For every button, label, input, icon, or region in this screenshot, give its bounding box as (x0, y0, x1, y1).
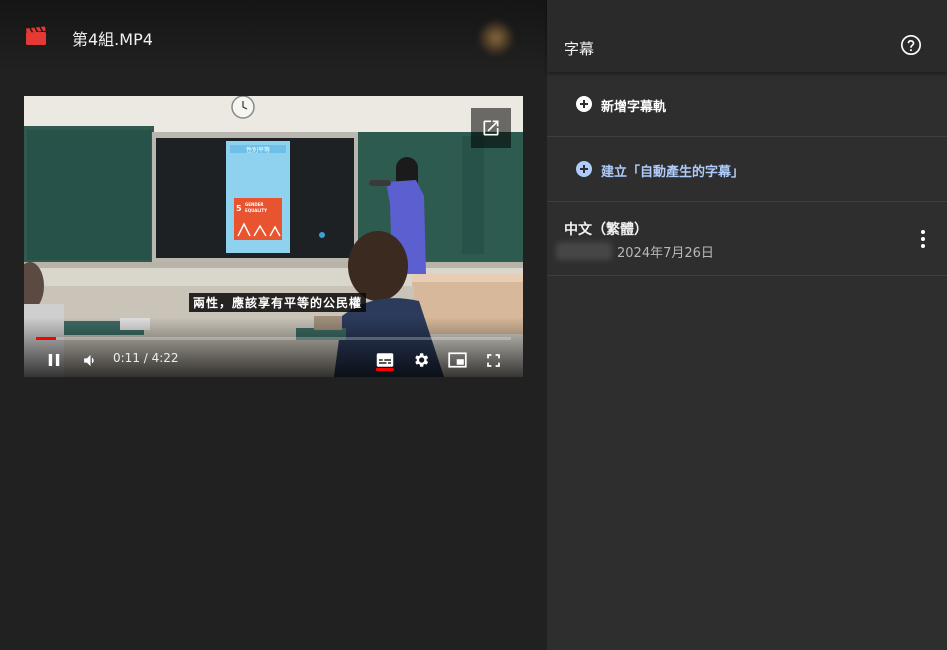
video-topbar: 第4組.MP4 (0, 0, 547, 72)
settings-button[interactable] (409, 348, 433, 372)
gear-icon (415, 353, 429, 367)
volume-icon (83, 354, 94, 366)
subtitles-icon (376, 353, 394, 367)
open-in-new-button[interactable] (471, 108, 511, 148)
add-subtitle-track-button[interactable]: 新增字幕軌 (547, 72, 947, 137)
redacted-info (556, 242, 612, 260)
file-title: 第4組.MP4 (72, 30, 153, 49)
slide-title: 性別平等 (246, 146, 270, 154)
subtitle-caption: 兩性，應該享有平等的公民權 (189, 293, 367, 312)
more-vert-icon[interactable] (915, 228, 931, 250)
fullscreen-button[interactable] (481, 348, 505, 372)
track-date: 2024年7月26日 (617, 246, 714, 261)
create-auto-captions-label: 建立「自動產生的字幕」 (601, 165, 745, 180)
pause-icon (48, 354, 60, 366)
slide-number: 5 (236, 204, 242, 213)
panel-header: 字幕 (547, 0, 947, 72)
miniplayer-icon (447, 352, 467, 368)
fullscreen-icon (486, 353, 500, 367)
avatar[interactable] (478, 20, 514, 56)
pause-button[interactable] (42, 348, 66, 372)
time-display: 0:11 / 4:22 (113, 351, 179, 365)
video-player[interactable]: 性別平等 5 GENDER EQUALITY 兩性，應該享有平等的公民權 0:1… (24, 96, 523, 377)
add-circle-icon (576, 161, 592, 177)
help-circle-icon[interactable] (900, 34, 922, 56)
slide-heading-2: EQUALITY (245, 208, 267, 213)
volume-button[interactable] (78, 348, 102, 372)
miniplayer-button[interactable] (445, 348, 469, 372)
create-auto-captions-button[interactable]: 建立「自動產生的字幕」 (547, 137, 947, 202)
clapperboard-icon (26, 26, 46, 45)
video-pane: 第4組.MP4 性別平等 5 GENDER EQUALITY 兩性，應該享有平等… (0, 0, 547, 650)
slide-heading-1: GENDER (245, 202, 264, 207)
progress-bar[interactable] (36, 337, 511, 340)
open-in-new-icon (483, 120, 499, 136)
add-circle-icon (576, 96, 592, 112)
track-language: 中文（繁體） (564, 222, 648, 238)
add-subtitle-track-label: 新增字幕軌 (601, 100, 667, 115)
panel-title: 字幕 (564, 40, 595, 58)
subtitles-active-indicator (376, 368, 394, 371)
subtitle-track-item[interactable]: 中文（繁體） 2024年7月26日 (547, 202, 947, 276)
progress-fill (36, 337, 56, 340)
subtitles-panel: 字幕 新增字幕軌 建立「自動產生的字幕」 中文（繁體） 2024年7月26日 (547, 0, 947, 650)
